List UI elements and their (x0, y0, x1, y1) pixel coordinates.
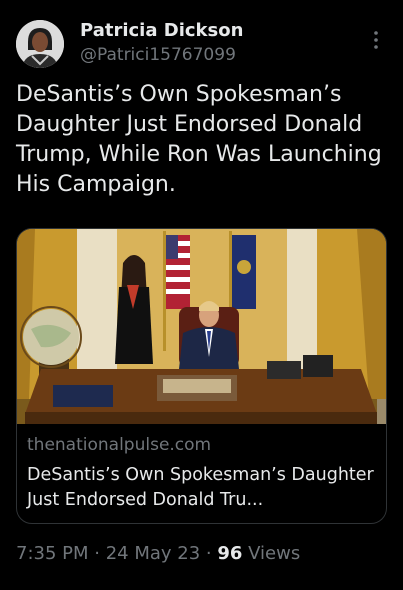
link-card-image[interactable] (17, 229, 386, 424)
meta-separator: · (200, 543, 218, 564)
link-card-title[interactable]: DeSantis’s Own Spokesman’s Daughter Just… (27, 463, 377, 513)
more-vertical-icon[interactable] (366, 28, 386, 52)
views-count[interactable]: 96 (217, 543, 242, 564)
tweet-text: DeSantis’s Own Spokesman’s Daughter Just… (16, 82, 382, 197)
tweet-date[interactable]: 24 May 23 (106, 543, 200, 564)
views-label[interactable]: Views (242, 543, 300, 564)
avatar[interactable] (16, 20, 64, 68)
author-name[interactable]: Patricia Dickson (80, 20, 243, 41)
author-handle[interactable]: @Patrici15767099 (80, 45, 236, 65)
tweet-header: Patricia Dickson @Patrici15767099 (0, 0, 403, 74)
tweet-meta: 7:35 PM · 24 May 23 · 96 Views (16, 543, 300, 564)
link-card[interactable]: thenationalpulse.com DeSantis’s Own Spok… (16, 228, 387, 524)
meta-separator: · (88, 543, 106, 564)
tweet-time[interactable]: 7:35 PM (16, 543, 89, 564)
link-card-domain[interactable]: thenationalpulse.com (27, 435, 211, 455)
